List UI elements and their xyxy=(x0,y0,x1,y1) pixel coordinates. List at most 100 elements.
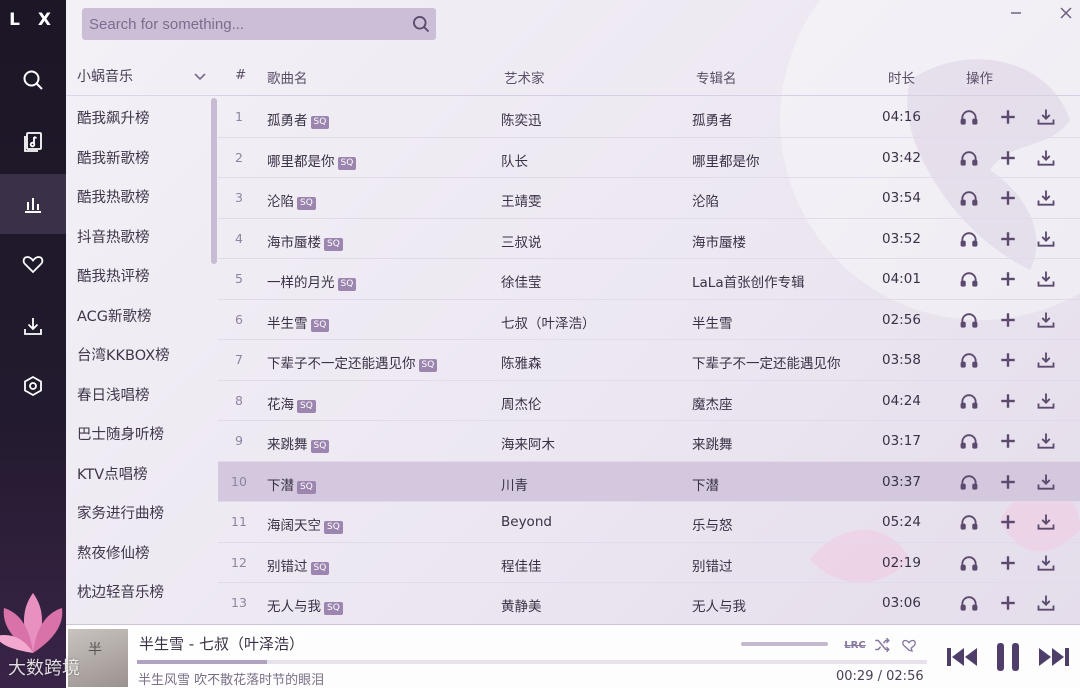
song-album: 来跳舞 xyxy=(692,437,733,453)
song-row[interactable]: 4 海市蜃楼 SQ 三叔说 海市蜃楼 03:52 xyxy=(218,219,1080,259)
download-button[interactable] xyxy=(1035,268,1057,290)
leaderboard-item[interactable]: ACG新歌榜 xyxy=(66,296,218,336)
download-button[interactable] xyxy=(1035,430,1057,452)
song-row[interactable]: 6 半生雪 SQ 七叔（叶泽浩） 半生雪 02:56 xyxy=(218,300,1080,340)
song-row[interactable]: 9 来跳舞 SQ 海来阿木 来跳舞 03:17 xyxy=(218,421,1080,462)
leaderboard-item[interactable]: 熬夜修仙榜 xyxy=(66,533,218,573)
leaderboard-item[interactable]: 酷我热评榜 xyxy=(66,256,218,296)
play-button[interactable] xyxy=(958,430,980,452)
shuffle-button[interactable] xyxy=(871,634,893,656)
download-button[interactable] xyxy=(1035,309,1057,331)
play-button[interactable] xyxy=(958,187,980,209)
search-submit-button[interactable] xyxy=(406,9,436,39)
add-to-list-button[interactable] xyxy=(997,592,1019,614)
download-button[interactable] xyxy=(1035,390,1057,412)
download-icon xyxy=(1037,352,1055,368)
song-row[interactable]: 2 哪里都是你 SQ 队长 哪里都是你 03:42 xyxy=(218,138,1080,178)
play-button[interactable] xyxy=(958,511,980,533)
nav-leaderboard[interactable] xyxy=(0,174,66,234)
quality-badge: SQ xyxy=(297,197,316,210)
song-row[interactable]: 11 海阔天空 SQ Beyond 乐与怒 05:24 xyxy=(218,502,1080,543)
leaderboard-item[interactable]: 枕边轻音乐榜 xyxy=(66,572,218,612)
nav-song-list[interactable] xyxy=(0,112,66,172)
add-to-list-button[interactable] xyxy=(997,552,1019,574)
play-button[interactable] xyxy=(958,106,980,128)
download-button[interactable] xyxy=(1035,471,1057,493)
song-row[interactable]: 1 孤勇者 SQ 陈奕迅 孤勇者 04:16 xyxy=(218,97,1080,138)
song-row[interactable]: 3 沦陷 SQ 王靖雯 沦陷 03:54 xyxy=(218,178,1080,219)
progress-bar[interactable] xyxy=(137,660,927,664)
play-button[interactable] xyxy=(958,349,980,371)
lyric-toggle-button[interactable]: LRC xyxy=(844,634,866,656)
song-album: 别错过 xyxy=(692,558,733,575)
add-to-list-button[interactable] xyxy=(997,390,1019,412)
play-button[interactable] xyxy=(958,592,980,614)
leaderboard-item[interactable]: 酷我热歌榜 xyxy=(66,177,218,217)
add-to-list-button[interactable] xyxy=(997,147,1019,169)
add-to-list-button[interactable] xyxy=(997,268,1019,290)
pause-button[interactable] xyxy=(988,639,1028,675)
song-row[interactable]: 7 下辈子不一定还能遇见你 SQ 陈雅森 下辈子不一定还能遇见你 03:58 xyxy=(218,340,1080,381)
play-button[interactable] xyxy=(958,552,980,574)
col-actions: 操作 xyxy=(966,71,993,87)
play-button[interactable] xyxy=(958,390,980,412)
plus-icon xyxy=(1001,353,1015,367)
add-to-list-button[interactable] xyxy=(997,471,1019,493)
leaderboard-item[interactable]: 抖音热歌榜 xyxy=(66,217,218,257)
previous-button[interactable] xyxy=(942,639,982,675)
song-name: 下辈子不一定还能遇见你 xyxy=(267,356,416,372)
song-artist: 七叔（叶泽浩） xyxy=(501,315,596,332)
play-button[interactable] xyxy=(958,268,980,290)
play-button[interactable] xyxy=(958,309,980,331)
nav-settings[interactable] xyxy=(0,356,66,416)
nav-search[interactable] xyxy=(0,50,66,110)
play-button[interactable] xyxy=(958,147,980,169)
download-button[interactable] xyxy=(1035,147,1057,169)
download-button[interactable] xyxy=(1035,592,1057,614)
download-button[interactable] xyxy=(1035,511,1057,533)
song-row[interactable]: 13 无人与我 SQ 黄静美 无人与我 03:06 xyxy=(218,583,1080,623)
song-row[interactable]: 8 花海 SQ 周杰伦 魔杰座 04:24 xyxy=(218,381,1080,421)
close-button[interactable] xyxy=(1053,2,1079,24)
song-row[interactable]: 10 下潜 SQ 川青 下潜 03:37 xyxy=(218,461,1080,502)
nav-downloads[interactable] xyxy=(0,296,66,356)
song-artist: 海来阿木 xyxy=(501,437,555,453)
current-time: 00:29 xyxy=(836,669,874,684)
song-row[interactable]: 12 别错过 SQ 程佳佳 别错过 02:19 xyxy=(218,543,1080,583)
nav-favorites[interactable] xyxy=(0,234,66,294)
settings-hexagon-icon xyxy=(24,375,42,397)
leaderboard-scrollbar[interactable] xyxy=(211,98,217,264)
song-artist: 川青 xyxy=(501,477,528,494)
leaderboard-item[interactable]: 台湾KKBOX榜 xyxy=(66,335,218,375)
download-button[interactable] xyxy=(1035,106,1057,128)
play-button[interactable] xyxy=(958,228,980,250)
volume-slider[interactable] xyxy=(741,642,828,646)
leaderboard-item[interactable]: 酷我飙升榜 xyxy=(66,98,218,138)
next-button[interactable] xyxy=(1034,639,1074,675)
song-row[interactable]: 5 一样的月光 SQ 徐佳莹 LaLa首张创作专辑 04:01 xyxy=(218,259,1080,300)
search-input[interactable] xyxy=(89,15,406,33)
minimize-button[interactable] xyxy=(1003,2,1029,24)
leaderboard-item[interactable]: KTV点唱榜 xyxy=(66,454,218,494)
favorite-lyric-button[interactable] xyxy=(898,634,920,656)
leaderboard-item[interactable]: 家务进行曲榜 xyxy=(66,493,218,533)
leaderboard-item[interactable]: 酷我新歌榜 xyxy=(66,138,218,178)
add-to-list-button[interactable] xyxy=(997,187,1019,209)
source-selector[interactable]: 小蜗音乐 xyxy=(66,56,218,96)
download-button[interactable] xyxy=(1035,187,1057,209)
add-to-list-button[interactable] xyxy=(997,511,1019,533)
leaderboard-item[interactable]: 巴士随身听榜 xyxy=(66,414,218,454)
add-to-list-button[interactable] xyxy=(997,228,1019,250)
download-button[interactable] xyxy=(1035,228,1057,250)
play-button[interactable] xyxy=(958,471,980,493)
skip-next-icon xyxy=(1039,648,1069,666)
add-to-list-button[interactable] xyxy=(997,106,1019,128)
add-to-list-button[interactable] xyxy=(997,309,1019,331)
leaderboard-item[interactable]: 春日浅唱榜 xyxy=(66,375,218,415)
add-to-list-button[interactable] xyxy=(997,430,1019,452)
download-button[interactable] xyxy=(1035,552,1057,574)
col-album: 专辑名 xyxy=(696,71,737,87)
download-button[interactable] xyxy=(1035,349,1057,371)
song-artist: Beyond xyxy=(501,514,552,530)
add-to-list-button[interactable] xyxy=(997,349,1019,371)
